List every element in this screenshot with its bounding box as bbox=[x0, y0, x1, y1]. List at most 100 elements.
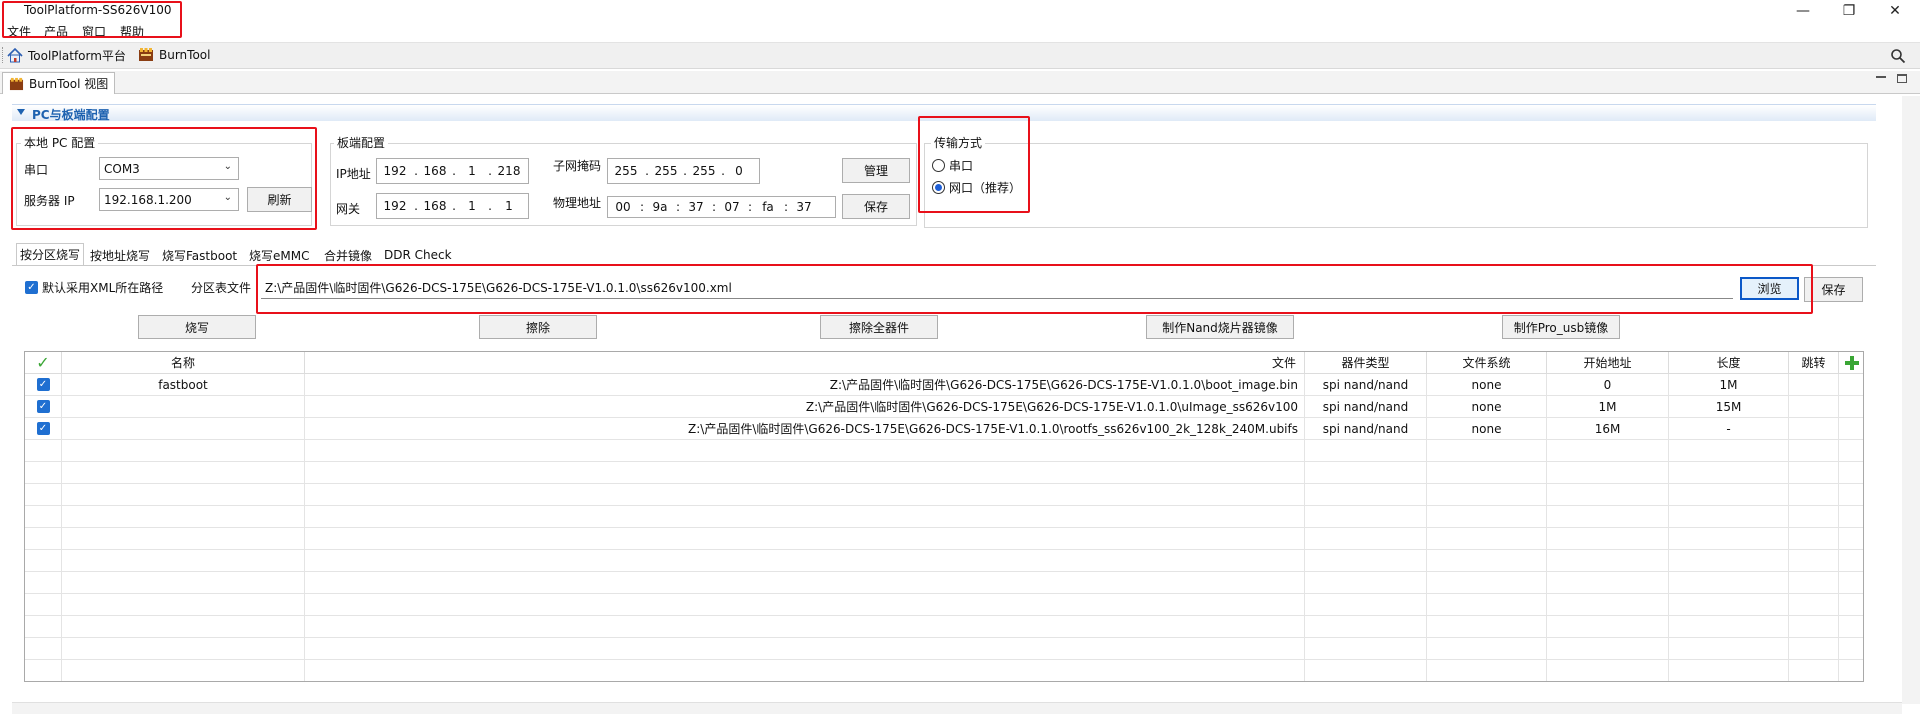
gateway-octet: 192 bbox=[383, 199, 407, 213]
checkbox-checked-icon[interactable]: ✓ bbox=[25, 281, 38, 294]
title-bar bbox=[0, 0, 1920, 22]
partition-file-input[interactable]: Z:\产品固件\临时固件\G626-DCS-175E\G626-DCS-175E… bbox=[261, 276, 1733, 299]
tab-underline bbox=[12, 265, 1876, 266]
home-icon bbox=[7, 48, 23, 63]
table-empty-cell bbox=[25, 528, 62, 550]
table-empty-cell bbox=[25, 594, 62, 616]
toolplatform-button[interactable]: ToolPlatform平台 bbox=[7, 47, 126, 64]
subnet-mask-field[interactable]: 255. 255. 255. 0 bbox=[607, 158, 760, 184]
table-cell-start: 16M bbox=[1547, 418, 1669, 440]
use-xml-path-checkbox[interactable]: ✓ 默认采用XML所在路径 bbox=[25, 279, 163, 296]
burntool-button[interactable]: BurnTool bbox=[138, 47, 210, 62]
erase-all-button[interactable]: 擦除全器件 bbox=[820, 315, 938, 339]
vertical-scrollbar[interactable] bbox=[1902, 96, 1920, 704]
tab-burn-emmc[interactable]: 烧写eMMC bbox=[246, 245, 312, 265]
gateway-octet: 1 bbox=[468, 199, 476, 213]
serial-value: COM3 bbox=[104, 161, 140, 176]
row-checkbox[interactable]: ✓ bbox=[36, 400, 50, 413]
board-save-button[interactable]: 保存 bbox=[842, 194, 910, 219]
header-jump: 跳转 bbox=[1789, 352, 1839, 374]
table-cell-check[interactable]: ✓ bbox=[25, 374, 62, 396]
menu-product[interactable]: 产品 bbox=[44, 23, 68, 40]
table-cell-jump bbox=[1789, 418, 1839, 440]
close-button[interactable]: ✕ bbox=[1872, 0, 1918, 22]
header-file: 文件 bbox=[305, 352, 1305, 374]
row-checkbox[interactable]: ✓ bbox=[36, 422, 50, 435]
burn-button[interactable]: 烧写 bbox=[138, 315, 256, 339]
transfer-title: 传输方式 bbox=[931, 134, 986, 151]
server-ip-combo[interactable]: 192.168.1.200 ⌄ bbox=[99, 188, 239, 211]
table-empty-cell bbox=[1305, 616, 1427, 638]
restore-button[interactable]: ❐ bbox=[1826, 0, 1872, 22]
view-tab-strip bbox=[0, 71, 1920, 94]
make-nand-image-button[interactable]: 制作Nand烧片器镜像 bbox=[1146, 315, 1294, 339]
table-cell-blank bbox=[1839, 418, 1863, 440]
tab-burn-fastboot[interactable]: 烧写Fastboot bbox=[159, 245, 240, 265]
table-empty-cell bbox=[305, 660, 1305, 681]
manage-button[interactable]: 管理 bbox=[842, 158, 910, 183]
mask-octet: 255 bbox=[692, 164, 716, 178]
gateway-octet: 1 bbox=[505, 199, 513, 213]
radio-serial[interactable]: 串口 bbox=[932, 157, 973, 174]
tab-by-address[interactable]: 按地址烧写 bbox=[87, 245, 153, 265]
table-empty-cell bbox=[305, 550, 1305, 572]
minimize-button[interactable]: — bbox=[1780, 0, 1826, 22]
table-empty-cell bbox=[1789, 484, 1839, 506]
tab-ddr-check[interactable]: DDR Check bbox=[381, 245, 455, 265]
menu-help[interactable]: 帮助 bbox=[120, 23, 144, 40]
table-empty-cell bbox=[305, 616, 1305, 638]
view-tab-burntool[interactable]: BurnTool 视图 bbox=[2, 72, 116, 94]
table-cell-start: 0 bbox=[1547, 374, 1669, 396]
header-add[interactable] bbox=[1839, 352, 1863, 374]
gateway-field[interactable]: 192. 168. 1. 1 bbox=[376, 193, 529, 219]
row-checkbox[interactable]: ✓ bbox=[36, 378, 50, 391]
table-empty-cell bbox=[1547, 550, 1669, 572]
header-device-type: 器件类型 bbox=[1305, 352, 1427, 374]
radio-serial-indicator[interactable] bbox=[932, 159, 945, 172]
gateway-octet: 168 bbox=[423, 199, 447, 213]
header-check[interactable]: ✓ bbox=[25, 352, 62, 374]
table-cell-check[interactable]: ✓ bbox=[25, 396, 62, 418]
server-ip-label: 服务器 IP bbox=[24, 194, 75, 208]
refresh-button[interactable]: 刷新 bbox=[247, 187, 312, 212]
collapse-arrow-icon[interactable] bbox=[17, 109, 25, 115]
table-empty-cell bbox=[1789, 550, 1839, 572]
add-row-icon[interactable] bbox=[1845, 355, 1859, 370]
table-empty-cell bbox=[62, 660, 305, 681]
search-icon[interactable] bbox=[1890, 48, 1906, 64]
table-empty-cell bbox=[1305, 484, 1427, 506]
mac-address-field[interactable]: 00: 9a: 37: 07: fa: 37 bbox=[607, 196, 836, 218]
table-cell-name: fastboot bbox=[62, 374, 305, 396]
tab-by-partition[interactable]: 按分区烧写 bbox=[16, 243, 85, 265]
radio-network-indicator[interactable] bbox=[932, 181, 945, 194]
browse-button[interactable]: 浏览 bbox=[1740, 277, 1799, 300]
erase-button[interactable]: 擦除 bbox=[479, 315, 597, 339]
ip-octet: 168 bbox=[423, 164, 447, 178]
table-empty-cell bbox=[25, 660, 62, 681]
table-empty-cell bbox=[305, 638, 1305, 660]
table-cell-check[interactable]: ✓ bbox=[25, 418, 62, 440]
table-empty-cell bbox=[1547, 638, 1669, 660]
section-header[interactable] bbox=[12, 104, 1876, 121]
table-empty-cell bbox=[1305, 528, 1427, 550]
table-empty-cell bbox=[1547, 462, 1669, 484]
view-minimize-icon[interactable] bbox=[1876, 76, 1886, 78]
xml-save-button[interactable]: 保存 bbox=[1804, 277, 1863, 302]
ip-address-field[interactable]: 192. 168. 1. 218 bbox=[376, 158, 529, 184]
menu-file[interactable]: 文件 bbox=[7, 23, 31, 40]
tab-merge-image[interactable]: 合并镜像 bbox=[321, 245, 375, 265]
menu-window[interactable]: 窗口 bbox=[82, 23, 106, 40]
horizontal-scrollbar[interactable] bbox=[12, 702, 1902, 714]
radio-network[interactable]: 网口（推荐） bbox=[932, 179, 1021, 196]
table-cell-device: spi nand/nand bbox=[1305, 396, 1427, 418]
table-empty-cell bbox=[1547, 506, 1669, 528]
table-empty-cell bbox=[1427, 550, 1547, 572]
table-empty-cell bbox=[1305, 594, 1427, 616]
local-pc-group bbox=[16, 143, 312, 226]
view-maximize-icon[interactable] bbox=[1897, 74, 1907, 83]
make-pro-usb-image-button[interactable]: 制作Pro_usb镜像 bbox=[1502, 315, 1620, 339]
table-empty-cell bbox=[25, 440, 62, 462]
table-empty-cell bbox=[1547, 660, 1669, 681]
serial-combo[interactable]: COM3 ⌄ bbox=[99, 157, 239, 180]
check-all-icon[interactable]: ✓ bbox=[36, 353, 49, 372]
